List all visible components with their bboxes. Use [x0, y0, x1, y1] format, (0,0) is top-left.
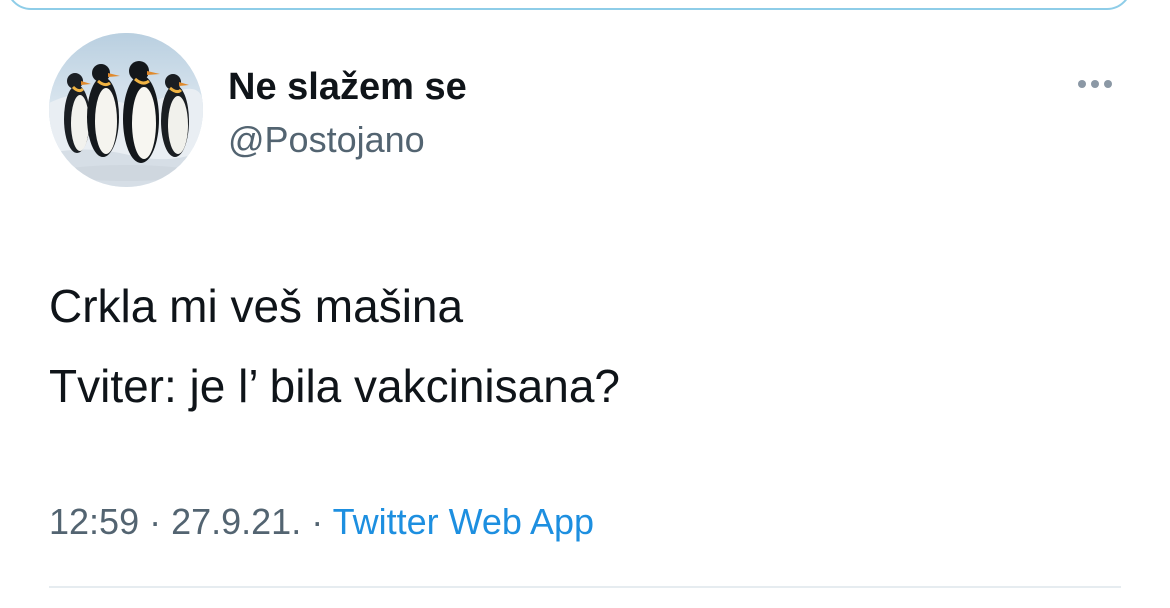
tweet-line: Crkla mi veš mašina [49, 280, 464, 332]
tweet-line: Tviter: je l’ bila vakcinisana? [49, 360, 620, 412]
tweet-date[interactable]: 27.9.21. [171, 501, 301, 542]
meta-separator: · [139, 501, 172, 542]
previous-card-edge [6, 0, 1132, 10]
tweet-screenshot: Ne slažem se @Postojano Crkla mi veš maš… [0, 0, 1170, 608]
penguins-avatar-image [49, 33, 203, 187]
divider [49, 586, 1121, 588]
tweet-meta: 12:59 · 27.9.21. · Twitter Web App [49, 500, 594, 544]
author-display-name[interactable]: Ne slažem se [228, 64, 467, 110]
meta-separator: · [301, 501, 333, 542]
tweet-text: Crkla mi veš mašina Tviter: je l’ bila v… [49, 266, 1129, 426]
tweet-time[interactable]: 12:59 [49, 501, 139, 542]
author-handle[interactable]: @Postojano [228, 118, 425, 162]
tweet-source-link[interactable]: Twitter Web App [333, 501, 594, 542]
more-horizontal-icon [1104, 80, 1112, 88]
author-avatar[interactable] [49, 33, 203, 187]
more-horizontal-icon [1078, 80, 1086, 88]
more-options-button[interactable] [1070, 70, 1120, 98]
more-horizontal-icon [1091, 80, 1099, 88]
